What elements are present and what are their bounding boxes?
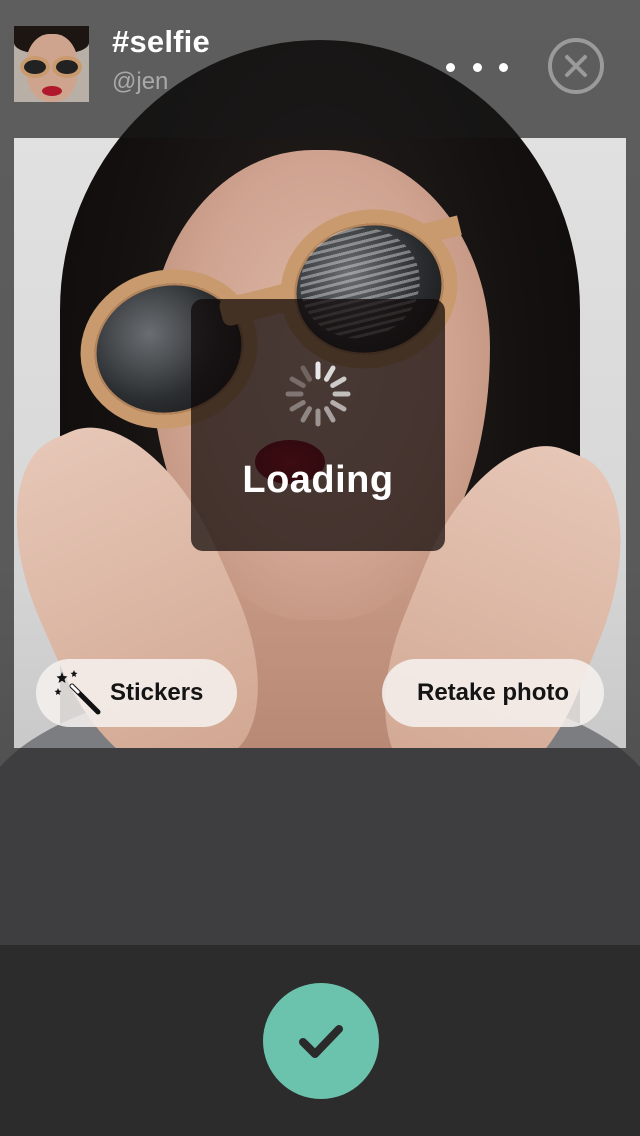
loading-overlay: Loading <box>191 299 445 551</box>
selfie-editor-screen: #selfie @jen Loading Stickers Retake pho… <box>0 0 640 1136</box>
username-label[interactable]: @jen <box>112 68 168 96</box>
confirm-button[interactable] <box>263 983 379 1099</box>
header: #selfie @jen <box>0 0 640 138</box>
more-options-button[interactable] <box>446 48 508 86</box>
close-button[interactable] <box>547 37 605 95</box>
ellipsis-icon <box>446 62 508 72</box>
retake-photo-label: Retake photo <box>416 679 569 706</box>
stickers-label: Stickers <box>110 679 204 706</box>
loading-label: Loading <box>242 459 394 501</box>
spinner-icon <box>285 361 351 427</box>
page-title: #selfie <box>112 24 210 59</box>
avatar[interactable] <box>14 26 89 102</box>
stickers-button[interactable]: Stickers <box>36 659 237 727</box>
close-circle-icon <box>548 38 604 94</box>
bottom-bar <box>0 945 640 1136</box>
magic-wand-icon <box>54 670 101 715</box>
retake-photo-button[interactable]: Retake photo <box>382 659 604 727</box>
checkmark-icon <box>299 1025 343 1058</box>
